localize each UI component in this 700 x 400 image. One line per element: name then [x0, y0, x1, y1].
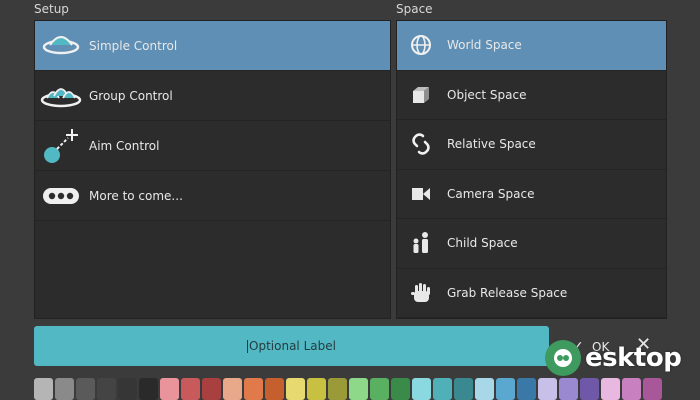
color-swatch[interactable]	[265, 378, 284, 400]
color-swatch[interactable]	[433, 378, 452, 400]
setup-item-simple-control[interactable]: Simple Control	[35, 21, 390, 71]
color-swatch[interactable]	[97, 378, 116, 400]
color-swatch[interactable]	[370, 378, 389, 400]
color-swatch[interactable]	[601, 378, 620, 400]
space-item-relative[interactable]: Relative Space	[397, 120, 666, 170]
space-item-camera[interactable]: Camera Space	[397, 170, 666, 219]
check-icon[interactable]: ✓	[572, 339, 584, 355]
color-swatch[interactable]	[454, 378, 473, 400]
cube-icon	[401, 73, 441, 117]
optional-label-input[interactable]: Optional Label	[34, 326, 549, 366]
video-camera-icon	[401, 172, 441, 216]
color-swatch[interactable]	[286, 378, 305, 400]
optional-label-text: Optional Label	[249, 339, 336, 353]
color-swatch[interactable]	[34, 378, 53, 400]
setup-list: Simple Control Group Control Aim Control	[34, 20, 391, 319]
ok-button[interactable]: OK	[592, 340, 609, 354]
color-swatch[interactable]	[622, 378, 641, 400]
setup-item-label: Simple Control	[89, 38, 178, 53]
space-item-child[interactable]: Child Space	[397, 219, 666, 269]
setup-title: Setup	[34, 2, 69, 16]
color-swatch[interactable]	[139, 378, 158, 400]
globe-icon	[401, 23, 441, 67]
setup-item-more[interactable]: More to come...	[35, 171, 390, 221]
color-swatch[interactable]	[181, 378, 200, 400]
setup-item-label: More to come...	[89, 188, 183, 203]
color-swatch[interactable]	[160, 378, 179, 400]
space-item-label: Object Space	[447, 87, 527, 102]
color-swatch[interactable]	[538, 378, 557, 400]
color-swatch[interactable]	[118, 378, 137, 400]
space-item-label: Child Space	[447, 236, 518, 251]
color-swatch[interactable]	[202, 378, 221, 400]
close-icon[interactable]: ✕	[636, 336, 651, 354]
color-swatch[interactable]	[349, 378, 368, 400]
space-item-world[interactable]: World Space	[397, 21, 666, 71]
color-swatch[interactable]	[391, 378, 410, 400]
hand-icon	[401, 271, 441, 315]
saucer-icon	[37, 24, 85, 68]
setup-item-aim-control[interactable]: Aim Control	[35, 121, 390, 171]
setup-item-label: Group Control	[89, 88, 173, 103]
color-swatch[interactable]	[517, 378, 536, 400]
space-item-object[interactable]: Object Space	[397, 71, 666, 120]
watermark: esktop	[545, 336, 695, 380]
space-list: World Space Object Space Relative Space	[396, 20, 667, 319]
space-title: Space	[396, 2, 433, 16]
text-cursor	[247, 339, 249, 353]
space-item-label: Grab Release Space	[447, 285, 568, 300]
color-swatch[interactable]	[244, 378, 263, 400]
color-swatch[interactable]	[580, 378, 599, 400]
ellipsis-pill-icon	[37, 174, 85, 218]
color-swatch[interactable]	[496, 378, 515, 400]
color-swatches	[34, 378, 662, 400]
color-swatch[interactable]	[559, 378, 578, 400]
space-item-label: Camera Space	[447, 186, 535, 201]
color-swatch[interactable]	[55, 378, 74, 400]
color-swatch[interactable]	[643, 378, 662, 400]
space-item-label: Relative Space	[447, 137, 536, 152]
setup-item-group-control[interactable]: Group Control	[35, 71, 390, 121]
color-swatch[interactable]	[475, 378, 494, 400]
color-swatch[interactable]	[76, 378, 95, 400]
color-swatch[interactable]	[412, 378, 431, 400]
space-item-grab-release[interactable]: Grab Release Space	[397, 269, 666, 318]
chain-link-icon	[401, 122, 441, 166]
color-swatch[interactable]	[223, 378, 242, 400]
aim-icon	[37, 124, 85, 168]
saucer-group-icon	[37, 74, 85, 118]
color-swatch[interactable]	[307, 378, 326, 400]
setup-item-label: Aim Control	[89, 138, 160, 153]
space-item-label: World Space	[447, 38, 522, 53]
child-icon	[401, 221, 441, 265]
color-swatch[interactable]	[328, 378, 347, 400]
